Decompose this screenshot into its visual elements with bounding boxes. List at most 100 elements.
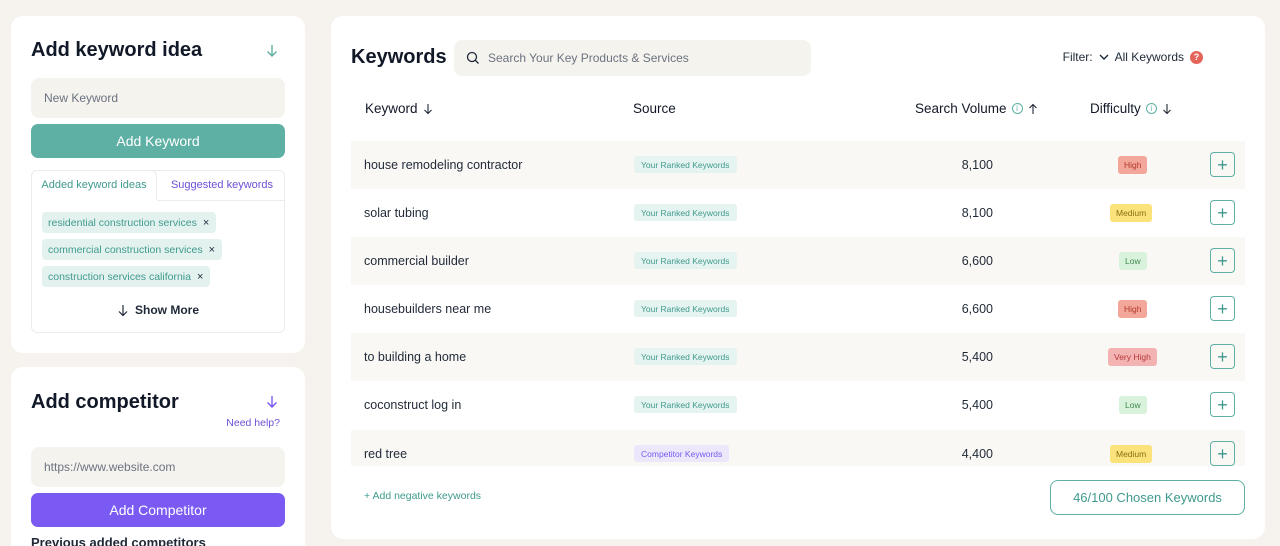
filter-value: All Keywords [1114,50,1184,64]
volume-cell: 8,100 [961,206,993,220]
volume-cell: 5,400 [961,398,993,412]
difficulty-badge: Low [1119,252,1147,270]
volume-cell: 4,400 [961,447,993,461]
table-row: solar tubing Your Ranked Keywords 8,100 … [351,189,1245,237]
keyword-chip: commercial construction services × [42,239,223,260]
keywords-table: house remodeling contractor Your Ranked … [331,141,1265,466]
table-row: house remodeling contractor Your Ranked … [351,141,1245,189]
difficulty-badge: High [1118,300,1148,318]
plus-icon: + [1217,394,1228,415]
plus-icon: + [1217,443,1228,464]
column-header-difficulty[interactable]: Difficulty i [1090,101,1172,116]
chip-label: construction services california [48,270,191,283]
arrow-down-icon[interactable] [265,44,279,58]
arrow-down-icon [118,304,128,316]
table-row: coconstruct log in Your Ranked Keywords … [351,381,1245,429]
difficulty-badge: Medium [1110,445,1153,463]
show-more-label: Show More [134,303,199,317]
column-header-keyword[interactable]: Keyword [365,101,433,116]
column-label: Difficulty [1090,101,1141,116]
keyword-cell: housebuilders near me [364,302,492,316]
search-icon [466,51,479,64]
add-competitor-button[interactable]: Add Competitor [31,493,285,527]
keyword-cell: house remodeling contractor [364,158,523,172]
keyword-idea-title: Add keyword idea [31,39,203,61]
close-icon[interactable]: × [203,217,209,229]
filter-dropdown[interactable]: Filter: All Keywords ? [1063,50,1203,64]
chip-label: residential construction services [48,216,197,229]
difficulty-badge: Very High [1108,348,1157,366]
difficulty-badge: Medium [1110,204,1153,222]
plus-icon: + [1217,202,1228,223]
chosen-keywords-button[interactable]: 46/100 Chosen Keywords [1050,480,1245,515]
keyword-chip: residential construction services × [42,212,217,233]
add-keyword-row-button[interactable]: + [1210,344,1235,369]
competitor-card: Add competitor Need help? https://www.we… [11,367,305,546]
filter-label: Filter: [1062,50,1093,64]
new-keyword-input[interactable]: New Keyword [31,78,285,118]
difficulty-badge: Low [1119,396,1147,414]
info-icon[interactable]: i [1011,103,1023,114]
competitor-title: Add competitor [31,391,179,413]
chip-label: commercial construction services [48,243,203,256]
tab-added-keyword-ideas[interactable]: Added keyword ideas [31,170,157,200]
volume-cell: 8,100 [961,158,993,172]
plus-icon: + [1217,250,1228,271]
sort-up-icon [1028,103,1037,114]
search-input[interactable]: Search Your Key Products & Services [454,40,811,76]
close-icon[interactable]: × [209,244,215,256]
plus-icon: + [1217,298,1228,319]
source-badge: Your Ranked Keywords [634,348,737,365]
table-row: housebuilders near me Your Ranked Keywor… [351,285,1245,333]
tab-suggested-keywords[interactable]: Suggested keywords [158,170,286,200]
chevron-down-icon [1099,54,1109,60]
column-header-search-volume[interactable]: Search Volume i [915,101,1038,116]
keyword-cell: red tree [364,447,408,461]
add-keyword-row-button[interactable]: + [1210,392,1235,417]
source-badge: Your Ranked Keywords [634,252,737,269]
add-keyword-row-button[interactable]: + [1210,248,1235,273]
source-badge: Your Ranked Keywords [634,396,737,413]
keyword-cell: commercial builder [364,254,469,268]
column-label: Keyword [365,101,418,116]
info-icon[interactable]: i [1145,103,1157,114]
keyword-chip: construction services california × [42,266,211,287]
source-badge: Your Ranked Keywords [634,204,737,221]
keyword-cell: solar tubing [364,206,429,220]
add-keyword-row-button[interactable]: + [1210,441,1235,466]
keywords-panel: Keywords Search Your Key Products & Serv… [331,16,1265,539]
plus-icon: + [1217,154,1228,175]
column-header-source: Source [633,101,676,116]
keyword-idea-card: Add keyword idea New Keyword Add Keyword… [11,16,305,353]
column-label: Source [633,101,676,116]
source-badge: Competitor Keywords [634,445,730,462]
sort-down-icon [423,103,432,114]
add-negative-keywords-link[interactable]: + Add negative keywords [364,490,481,502]
add-keyword-button[interactable]: Add Keyword [31,124,285,158]
arrow-down-icon[interactable] [265,395,279,409]
add-keyword-row-button[interactable]: + [1210,200,1235,225]
help-icon[interactable]: ? [1190,50,1203,64]
sort-down-icon [1162,103,1171,114]
tab-divider [157,200,284,201]
table-row: commercial builder Your Ranked Keywords … [351,237,1245,285]
plus-icon: + [1217,346,1228,367]
need-help-link[interactable]: Need help? [226,417,280,429]
volume-cell: 5,400 [961,350,993,364]
volume-cell: 6,600 [961,254,993,268]
add-keyword-row-button[interactable]: + [1210,296,1235,321]
table-row: to building a home Your Ranked Keywords … [351,333,1245,381]
difficulty-badge: High [1118,156,1148,174]
source-badge: Your Ranked Keywords [634,156,737,173]
keyword-cell: coconstruct log in [364,398,462,412]
show-more-button[interactable]: Show More [32,303,284,317]
add-keyword-row-button[interactable]: + [1210,152,1235,177]
close-icon[interactable]: × [197,271,203,283]
column-label: Search Volume [915,101,1007,116]
previous-competitors-heading: Previous added competitors [31,535,206,546]
keyword-cell: to building a home [364,350,467,364]
search-placeholder: Search Your Key Products & Services [488,51,689,65]
table-row: red tree Competitor Keywords 4,400 Mediu… [351,430,1245,466]
competitor-url-input[interactable]: https://www.website.com [31,447,285,487]
volume-cell: 6,600 [961,302,993,316]
